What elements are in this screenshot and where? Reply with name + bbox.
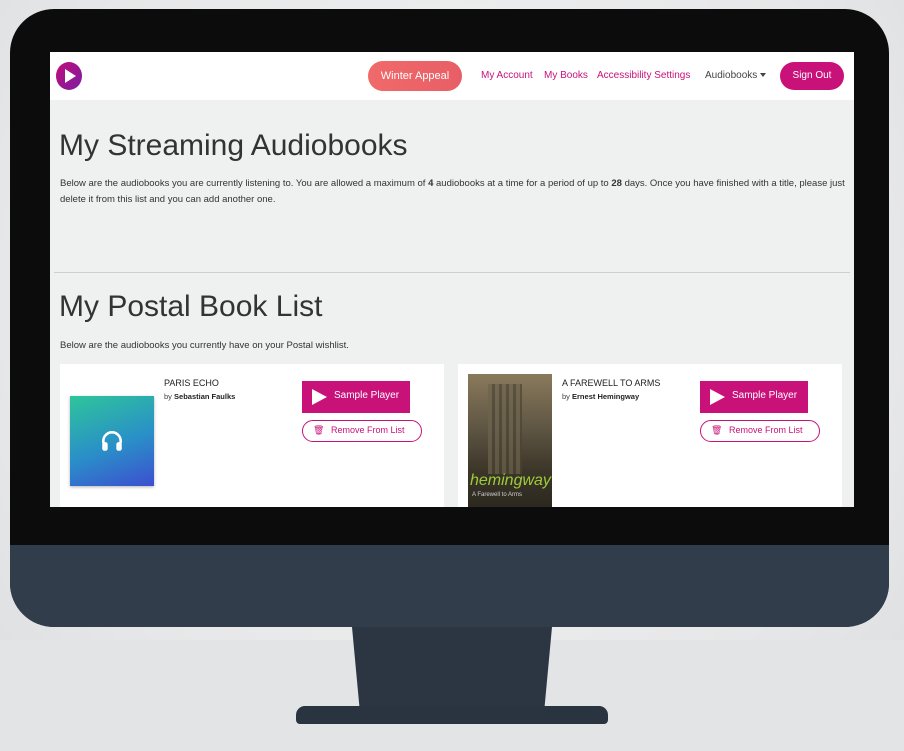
postal-title: My Postal Book List: [59, 290, 323, 323]
monitor-chin: [10, 545, 889, 627]
section-divider: [54, 272, 850, 273]
postal-description: Below are the audiobooks you currently h…: [60, 340, 349, 351]
book-by-label: by: [164, 392, 175, 401]
remove-from-list-label: Remove From List: [331, 425, 405, 435]
caret-down-icon: [760, 73, 767, 78]
book-cover: hemingway A Farewell to Arms: [468, 374, 552, 507]
screen: Winter Appeal My Account My Books Access…: [50, 52, 854, 507]
cover-title-text: hemingway: [470, 472, 551, 489]
nav-audiobooks-label: Audiobooks: [705, 70, 758, 81]
sample-player-label: Sample Player: [732, 390, 798, 401]
book-by-label: by: [562, 392, 573, 401]
play-logo-icon[interactable]: [56, 62, 82, 90]
trash-icon: 🗑: [711, 425, 723, 435]
cover-subtitle-text: A Farewell to Arms: [472, 492, 523, 498]
streaming-title: My Streaming Audiobooks: [59, 129, 408, 162]
trash-icon: 🗑: [313, 425, 325, 435]
top-nav: Winter Appeal My Account My Books Access…: [50, 52, 854, 100]
book-title: PARIS ECHO: [164, 378, 219, 388]
book-author-name: Sebastian Faulks: [174, 392, 236, 401]
monitor-stand-neck: [352, 627, 552, 713]
cover-artwork: [488, 384, 522, 474]
book-author-name: Ernest Hemingway: [572, 392, 640, 401]
remove-from-list-label: Remove From List: [729, 425, 803, 435]
nav-accessibility-settings[interactable]: Accessibility Settings: [597, 70, 690, 81]
book-cover: [70, 396, 154, 486]
book-title: A FAREWELL TO ARMS: [562, 378, 661, 388]
sample-player-label: Sample Player: [334, 390, 400, 401]
nav-my-books[interactable]: My Books: [544, 70, 588, 81]
nav-audiobooks-dropdown[interactable]: Audiobooks: [705, 70, 767, 81]
book-card: PARIS ECHO by Sebastian Faulks Sample Pl…: [60, 364, 444, 507]
monitor-stand-base: [296, 706, 608, 724]
play-icon: [710, 389, 725, 405]
remove-from-list-button[interactable]: 🗑 Remove From List: [302, 420, 422, 442]
sample-player-button[interactable]: Sample Player: [700, 381, 808, 413]
play-icon: [312, 389, 327, 405]
winter-appeal-button[interactable]: Winter Appeal: [368, 61, 462, 91]
book-author: by Ernest Hemingway: [562, 392, 639, 401]
sign-out-button[interactable]: Sign Out: [780, 62, 844, 90]
book-card: hemingway A Farewell to Arms A FAREWELL …: [458, 364, 842, 507]
streaming-text-a: Below are the audiobooks you are current…: [60, 178, 429, 189]
headphones-icon: [99, 428, 125, 454]
remove-from-list-button[interactable]: 🗑 Remove From List: [700, 420, 820, 442]
max-days-value: 28: [611, 178, 622, 189]
book-author: by Sebastian Faulks: [164, 392, 235, 401]
streaming-description: Below are the audiobooks you are current…: [60, 176, 846, 208]
streaming-text-b: audiobooks at a time for a period of up …: [433, 178, 612, 189]
nav-my-account[interactable]: My Account: [481, 70, 533, 81]
sample-player-button[interactable]: Sample Player: [302, 381, 410, 413]
